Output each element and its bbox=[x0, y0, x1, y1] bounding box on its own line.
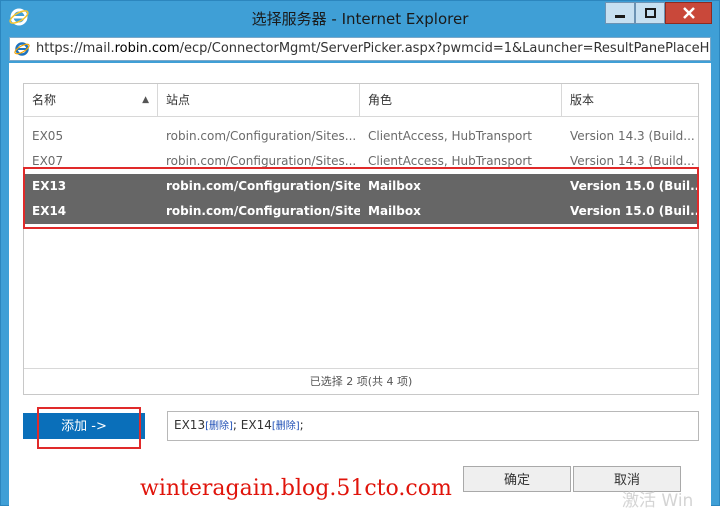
cell-role: ClientAccess, HubTransport bbox=[368, 129, 533, 143]
cell-name: EX14 bbox=[32, 204, 67, 218]
cell-version: Version 14.3 (Build... bbox=[570, 154, 695, 168]
cell-name: EX07 bbox=[32, 154, 64, 168]
close-button[interactable] bbox=[665, 2, 712, 24]
grid-header: 名称 ▲ 站点 角色 版本 bbox=[24, 84, 698, 117]
cell-version: Version 14.3 (Build... bbox=[570, 129, 695, 143]
title-bar[interactable]: 选择服务器 - Internet Explorer bbox=[1, 1, 719, 35]
maximize-button[interactable] bbox=[635, 2, 665, 24]
cell-site: robin.com/Configuration/Sites... bbox=[166, 154, 357, 168]
separator: ; bbox=[232, 418, 237, 432]
sort-up-icon: ▲ bbox=[142, 95, 149, 105]
server-grid: 名称 ▲ 站点 角色 版本 EX05 robin.com/Configurati… bbox=[23, 83, 699, 395]
url-path: /ecp/ConnectorMgmt/ServerPicker.aspx?pwm… bbox=[179, 41, 711, 56]
url-host: robin.com bbox=[114, 41, 180, 56]
cell-role: Mailbox bbox=[368, 204, 421, 218]
minimize-icon bbox=[615, 15, 625, 18]
add-button[interactable]: 添加 -> bbox=[23, 413, 145, 439]
minimize-button[interactable] bbox=[605, 2, 635, 24]
close-icon bbox=[682, 7, 695, 19]
cell-role: Mailbox bbox=[368, 179, 421, 193]
blog-watermark: winteragain.blog.51cto.com bbox=[140, 476, 452, 501]
cell-version: Version 15.0 (Buil... bbox=[570, 179, 698, 193]
column-header-version[interactable]: 版本 bbox=[562, 84, 698, 116]
cell-name: EX13 bbox=[32, 179, 67, 193]
table-row[interactable]: EX05 robin.com/Configuration/Sites... Cl… bbox=[24, 124, 698, 149]
cell-site: robin.com/Configuration/Sites... bbox=[166, 129, 357, 143]
cell-name: EX05 bbox=[32, 129, 64, 143]
table-row-selected[interactable]: EX13 robin.com/Configuration/Site... Mai… bbox=[24, 174, 698, 199]
selected-item-name: EX13 bbox=[174, 418, 206, 432]
selected-item-name: EX14 bbox=[240, 418, 272, 432]
ok-button[interactable]: 确定 bbox=[463, 466, 571, 492]
url-prefix: https://mail. bbox=[36, 41, 115, 56]
internet-explorer-icon bbox=[14, 42, 30, 56]
cell-role: ClientAccess, HubTransport bbox=[368, 154, 533, 168]
column-header-label: 名称 bbox=[32, 93, 57, 107]
table-row-selected[interactable]: EX14 robin.com/Configuration/Site... Mai… bbox=[24, 199, 698, 224]
activation-watermark: 激活 Win bbox=[622, 491, 694, 511]
address-url: https://mail.robin.com/ecp/ConnectorMgmt… bbox=[36, 41, 711, 56]
maximize-icon bbox=[644, 8, 656, 18]
column-header-site[interactable]: 站点 bbox=[158, 84, 360, 116]
column-header-label: 版本 bbox=[570, 93, 595, 107]
column-header-label: 站点 bbox=[166, 93, 191, 107]
table-row[interactable]: EX07 robin.com/Configuration/Sites... Cl… bbox=[24, 149, 698, 174]
dialog-content: 名称 ▲ 站点 角色 版本 EX05 robin.com/Configurati… bbox=[9, 63, 711, 507]
cell-version: Version 15.0 (Buil... bbox=[570, 204, 698, 218]
cell-site: robin.com/Configuration/Site... bbox=[166, 179, 360, 193]
column-header-label: 角色 bbox=[368, 93, 393, 107]
remove-link[interactable]: [删除] bbox=[205, 421, 233, 432]
address-bar[interactable]: https://mail.robin.com/ecp/ConnectorMgmt… bbox=[9, 37, 711, 61]
cell-site: robin.com/Configuration/Site... bbox=[166, 204, 360, 218]
ie-window: 选择服务器 - Internet Explorer https://mail.r… bbox=[0, 0, 720, 507]
selected-servers-field[interactable]: EX13[删除]; EX14[删除]; bbox=[167, 411, 699, 441]
column-header-role[interactable]: 角色 bbox=[360, 84, 562, 116]
separator: ; bbox=[299, 418, 304, 432]
column-header-name[interactable]: 名称 ▲ bbox=[24, 84, 158, 116]
remove-link[interactable]: [删除] bbox=[272, 421, 300, 432]
selection-status: 已选择 2 项(共 4 项) bbox=[24, 368, 698, 395]
